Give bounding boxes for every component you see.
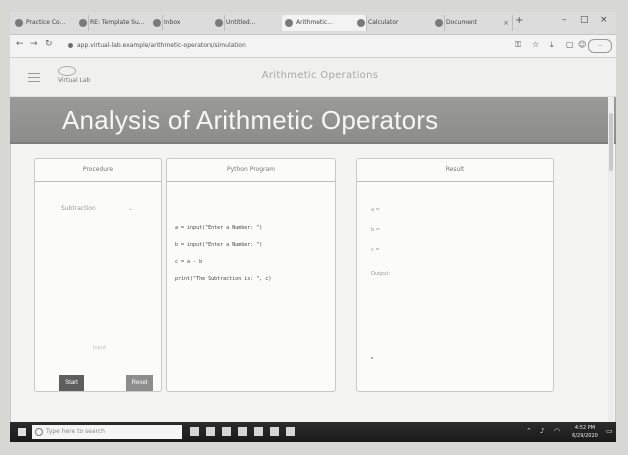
profile-button[interactable]: ··· xyxy=(588,39,612,53)
operation-select-value: Subtraction xyxy=(61,205,96,212)
wifi-icon[interactable]: ◠ xyxy=(554,427,560,435)
app-title: Arithmetic Operations xyxy=(261,70,379,81)
download-icon[interactable]: ⤓ xyxy=(550,40,554,50)
menu-icon[interactable] xyxy=(28,73,40,85)
lock-icon xyxy=(68,43,73,48)
mail-icon[interactable] xyxy=(254,427,263,436)
address-bar[interactable]: app.virtual-lab.example/arithmetic-opera… xyxy=(68,39,448,52)
code-block: a = input("Enter a Number: ") b = input(… xyxy=(175,223,271,291)
chevron-down-icon: ⌄ xyxy=(127,205,133,212)
reset-button[interactable]: Reset xyxy=(126,375,153,391)
result-panel-header: Result xyxy=(357,159,553,182)
new-tab-button[interactable]: + xyxy=(515,15,523,26)
result-row: a = xyxy=(371,207,380,213)
program-panel: Python Program a = input("Enter a Number… xyxy=(166,158,336,392)
tab-label: Untitled... xyxy=(226,19,256,26)
procedure-panel-header: Procedure xyxy=(35,159,161,182)
account-icon[interactable]: ☺ xyxy=(578,40,586,49)
taskbar-clock[interactable]: 4:52 PM 6/29/2020 xyxy=(568,424,602,440)
edge-icon[interactable] xyxy=(206,427,215,436)
result-panel: Result a = b = c = Output: xyxy=(356,158,554,392)
app-icon[interactable] xyxy=(286,427,295,436)
tab-label: Document xyxy=(446,19,478,26)
browser-tab-strip: Practice Co... × RE: Template Su... × In… xyxy=(10,12,616,35)
forward-icon[interactable]: → xyxy=(30,39,38,49)
windows-start-icon[interactable] xyxy=(18,428,26,436)
taskbar-search-placeholder: Type here to search xyxy=(46,428,105,435)
clock-date: 6/29/2020 xyxy=(572,433,598,439)
tab-favicon-icon xyxy=(435,19,443,27)
screen: Practice Co... × RE: Template Su... × In… xyxy=(10,12,616,442)
reload-icon[interactable]: ↻ xyxy=(45,39,53,49)
taskbar-search-input[interactable]: Type here to search xyxy=(32,425,182,439)
address-bar-row: ← → ↻ app.virtual-lab.example/arithmetic… xyxy=(10,35,616,58)
logo-mark-icon xyxy=(58,66,76,76)
taskbar: Type here to search ⌃ ♪ ◠ 4:52 PM 6/29/2… xyxy=(10,422,616,442)
page-scrollbar[interactable] xyxy=(608,97,614,422)
output-label: Output: xyxy=(371,271,391,277)
code-line: c = a - b xyxy=(175,259,203,265)
result-row-label: b = xyxy=(371,227,380,233)
tab-favicon-icon xyxy=(357,19,365,27)
tab-close-icon[interactable]: × xyxy=(503,15,509,31)
star-icon[interactable]: ☆ xyxy=(532,40,539,49)
back-icon[interactable]: ← xyxy=(16,39,24,49)
notifications-icon[interactable]: ▭ xyxy=(606,427,613,435)
tab-label: RE: Template Su... xyxy=(90,19,145,26)
page-banner: Analysis of Arithmetic Operators xyxy=(10,97,616,144)
url-text: app.virtual-lab.example/arithmetic-opera… xyxy=(77,42,246,49)
tab-favicon-icon xyxy=(15,19,23,27)
operation-select[interactable]: Subtraction ⌄ xyxy=(61,203,133,215)
maximize-icon[interactable]: □ xyxy=(580,15,589,25)
input-label: Input xyxy=(93,345,106,351)
extensions-icon[interactable]: ▢ xyxy=(566,40,574,49)
page-title: Analysis of Arithmetic Operators xyxy=(62,105,439,135)
task-view-icon[interactable] xyxy=(190,427,199,436)
code-line: print("The Subtraction is: ", c) xyxy=(175,276,272,282)
close-window-icon[interactable]: × xyxy=(600,15,608,25)
tab-favicon-icon xyxy=(153,19,161,27)
procedure-panel: Procedure Subtraction ⌄ Input Start Rese… xyxy=(34,158,162,392)
code-line: b = input("Enter a Number: ") xyxy=(175,242,263,248)
app-header: Virtual Lab Arithmetic Operations xyxy=(10,58,616,97)
browser-tab[interactable]: Document × xyxy=(432,15,513,31)
tab-label: Inbox xyxy=(164,19,181,26)
minimize-icon[interactable]: – xyxy=(562,15,567,25)
result-row: b = xyxy=(371,227,380,233)
scrollbar-thumb[interactable] xyxy=(609,113,613,171)
code-line: a = input("Enter a Number: ") xyxy=(175,225,263,231)
tab-label: Calculator xyxy=(368,19,399,26)
file-explorer-icon[interactable] xyxy=(222,427,231,436)
tab-label: Arithmetic... xyxy=(296,19,333,26)
chrome-icon[interactable] xyxy=(270,427,279,436)
logo: Virtual Lab xyxy=(58,66,94,88)
tab-favicon-icon xyxy=(215,19,223,27)
program-panel-header: Python Program xyxy=(167,159,335,182)
result-row-label: a = xyxy=(371,207,380,213)
cursor-dot xyxy=(371,357,373,359)
tab-favicon-icon xyxy=(285,19,293,27)
network-icon[interactable]: ⌃ xyxy=(526,427,532,435)
result-row-label: c = xyxy=(371,247,380,253)
tab-label: Practice Co... xyxy=(26,19,66,26)
store-icon[interactable] xyxy=(238,427,247,436)
result-row: c = xyxy=(371,247,380,253)
volume-icon[interactable]: ♪ xyxy=(540,427,544,435)
search-icon xyxy=(35,428,43,436)
tab-favicon-icon xyxy=(79,19,87,27)
clock-time: 4:52 PM xyxy=(574,425,596,431)
start-button[interactable]: Start xyxy=(59,375,84,391)
key-icon[interactable]: ⚿ xyxy=(515,40,521,50)
logo-text: Virtual Lab xyxy=(58,77,91,84)
